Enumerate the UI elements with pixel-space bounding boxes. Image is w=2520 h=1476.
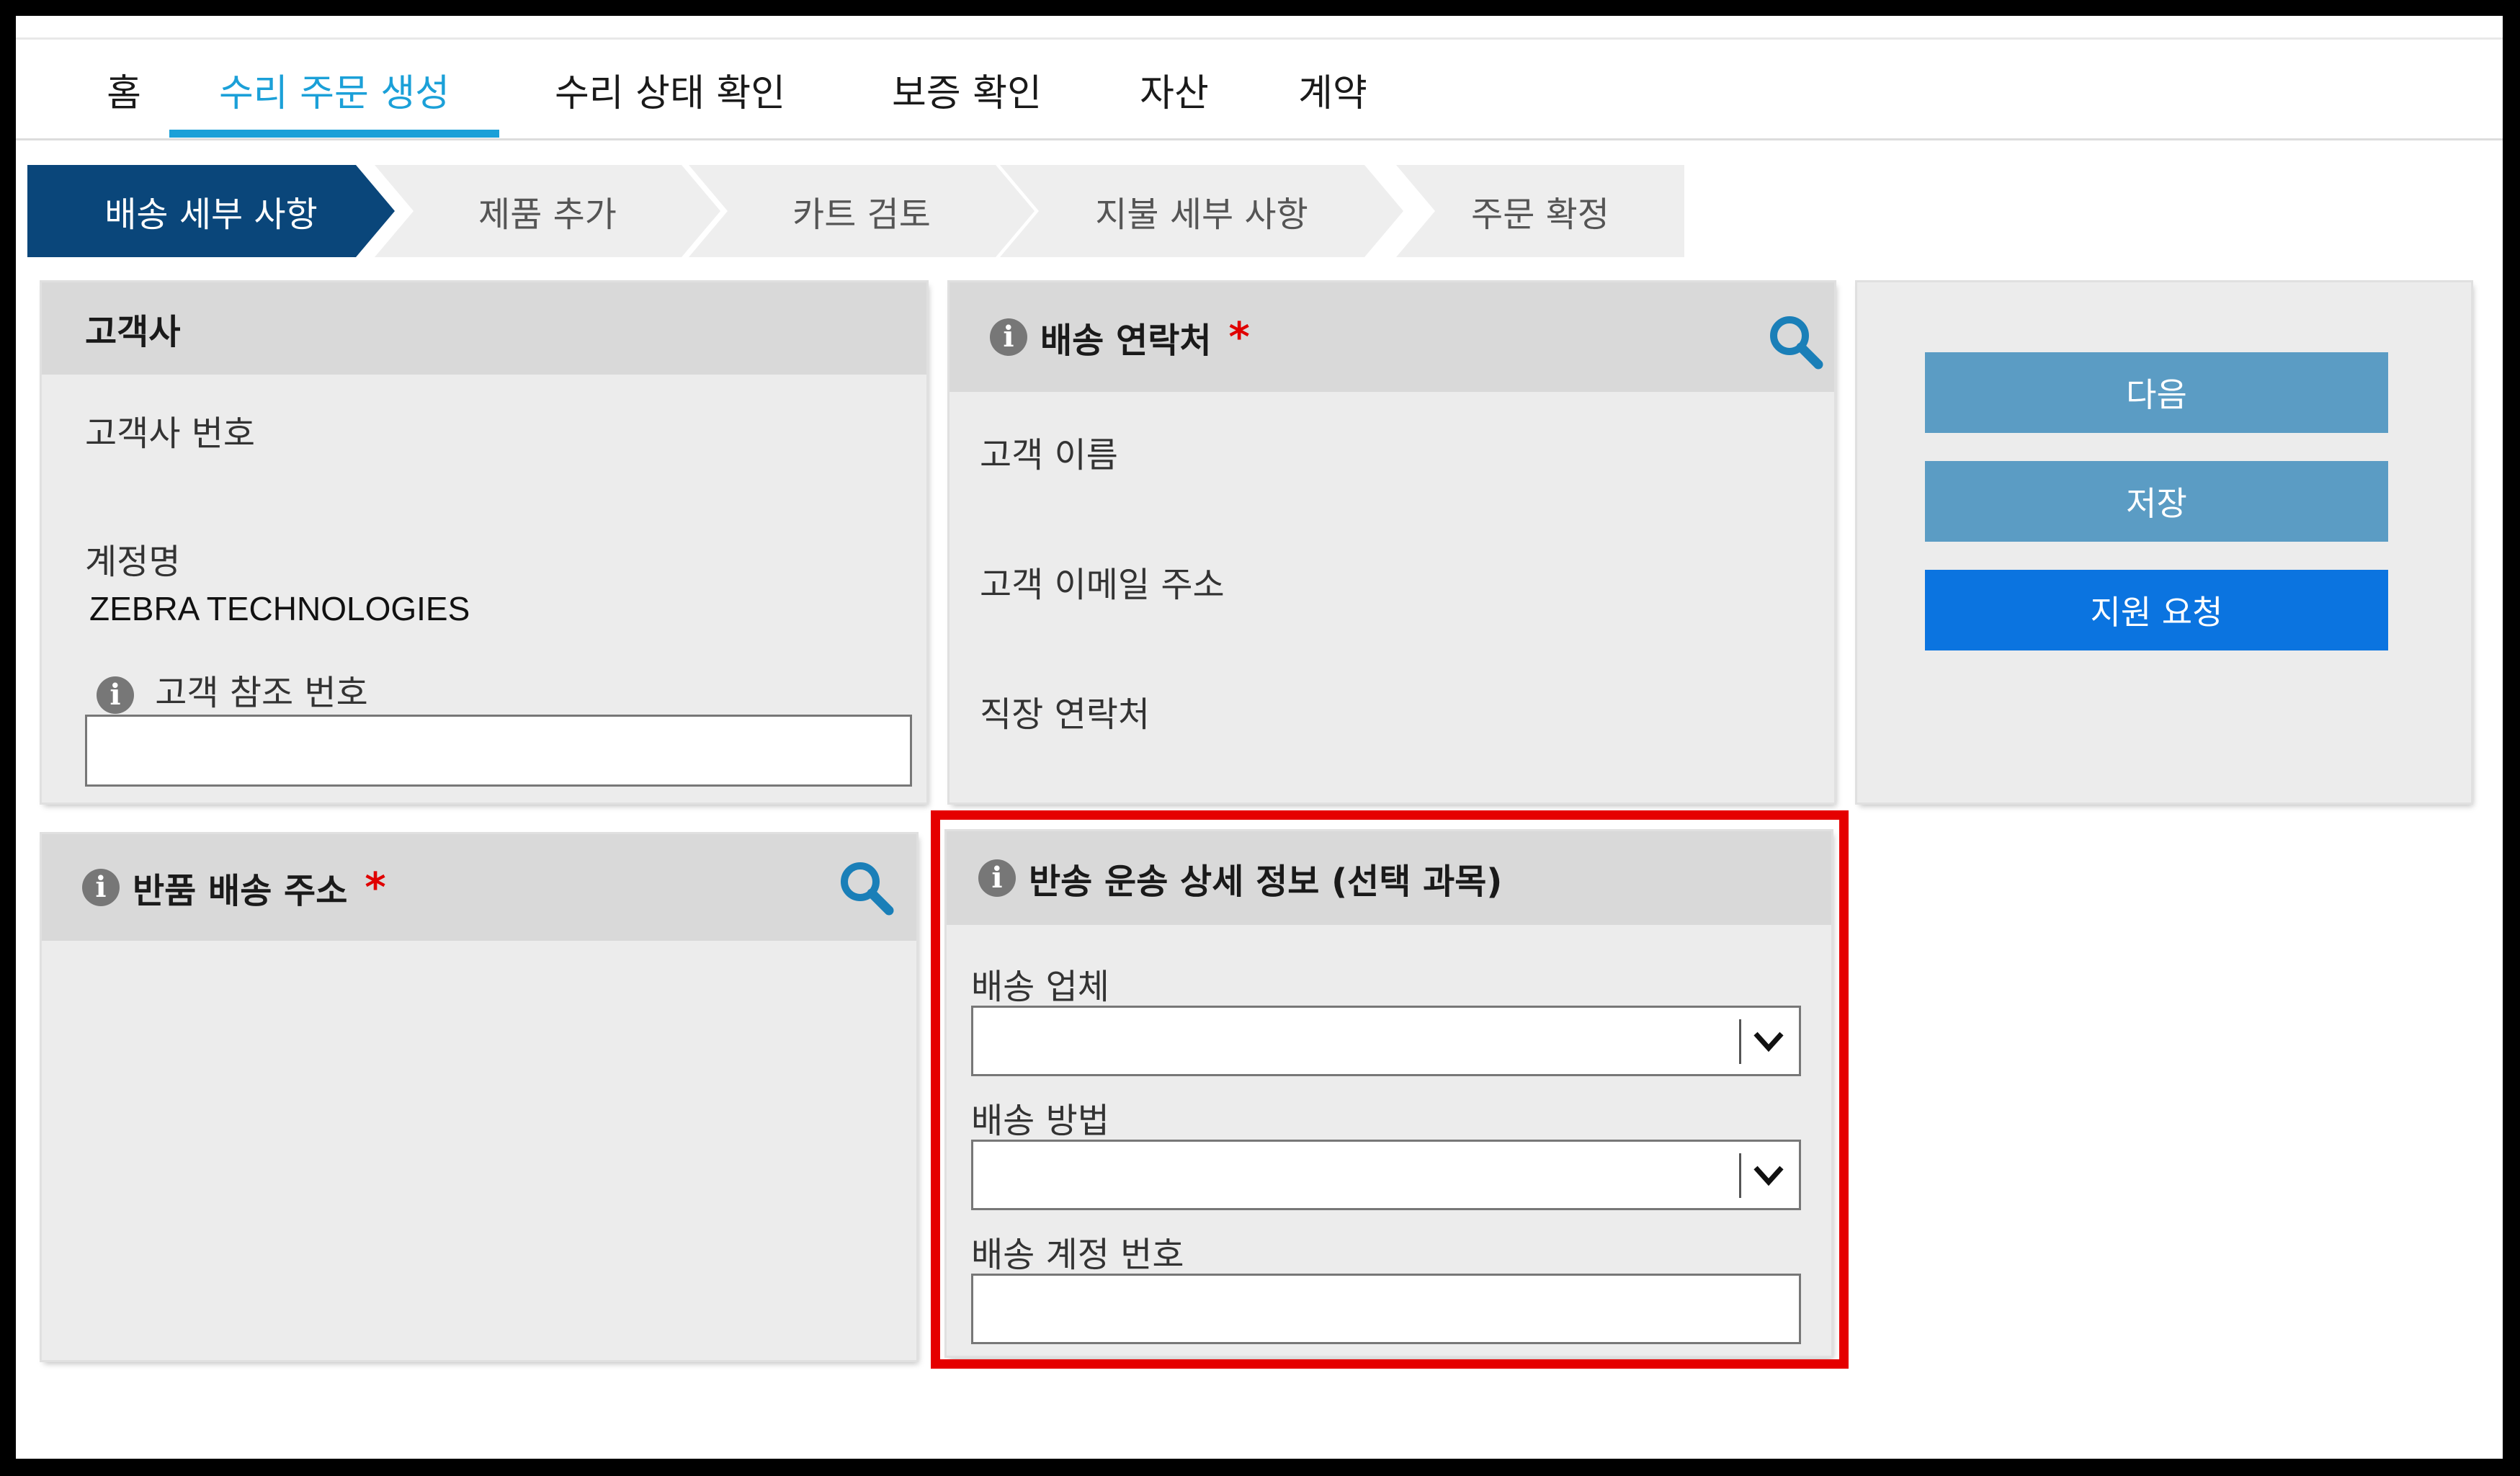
- shipping-contact-title: 배송 연락처: [1040, 321, 1212, 361]
- work-contact-label: 직장 연락처: [980, 694, 1150, 735]
- actions-panel: 다음 저장 지원 요청: [1857, 282, 2471, 802]
- customer-reference-label-row: i 고객 참조 번호: [97, 664, 368, 715]
- return-address-panel: i 반품 배송 주소 *: [42, 834, 916, 1360]
- main-nav: 홈 수리 주문 생성 수리 상태 확인 보증 확인 자산 계약: [16, 40, 2503, 140]
- customer-panel-title: 고객사: [42, 282, 926, 375]
- nav-create-repair-order[interactable]: 수리 주문 생성: [169, 40, 499, 138]
- progress-steps: 배송 세부 사항 제품 추가 카트 검토 지불 세부 사항 주문 확정: [27, 165, 1684, 257]
- nav-warranty-check[interactable]: 보증 확인: [866, 40, 1068, 138]
- step-shipping-details[interactable]: 배송 세부 사항: [27, 165, 395, 257]
- customer-reference-label: 고객 참조 번호: [155, 673, 368, 713]
- required-asterisk: *: [1228, 313, 1250, 361]
- customer-panel: 고객사 고객사 번호 계정명 ZEBRA TECHNOLOGIES i 고객 참…: [42, 282, 926, 802]
- info-icon: i: [97, 676, 134, 714]
- step-add-product[interactable]: 제품 추가: [375, 165, 720, 257]
- step-payment-details[interactable]: 지불 세부 사항: [1000, 165, 1403, 257]
- step-order-confirm[interactable]: 주문 확정: [1396, 165, 1684, 257]
- shipping-contact-header: i 배송 연락처 *: [950, 282, 1834, 392]
- return-address-header: i 반품 배송 주소 *: [42, 834, 916, 941]
- customer-reference-input[interactable]: [85, 715, 912, 787]
- top-divider: [16, 37, 2503, 40]
- highlight-box: [931, 810, 1849, 1369]
- customer-number-label: 고객사 번호: [85, 413, 256, 454]
- return-address-title: 반품 배송 주소: [133, 871, 348, 911]
- step-review-cart[interactable]: 카트 검토: [689, 165, 1035, 257]
- info-icon: i: [990, 318, 1027, 356]
- request-support-button[interactable]: 지원 요청: [1925, 570, 2388, 650]
- nav-contracts[interactable]: 계약: [1275, 40, 1390, 138]
- search-icon[interactable]: [1766, 313, 1824, 370]
- customer-email-label: 고객 이메일 주소: [980, 565, 1225, 605]
- search-icon[interactable]: [837, 859, 895, 916]
- shipping-contact-panel: i 배송 연락처 * 고객 이름 고객 이메일 주소 직장 연락처: [950, 282, 1834, 802]
- next-button[interactable]: 다음: [1925, 352, 2388, 433]
- nav-repair-status[interactable]: 수리 상태 확인: [533, 40, 807, 138]
- nav-home[interactable]: 홈: [88, 40, 160, 138]
- info-icon: i: [82, 869, 120, 906]
- nav-active-underline: [169, 130, 499, 138]
- page: 홈 수리 주문 생성 수리 상태 확인 보증 확인 자산 계약 배송 세부 사항…: [16, 16, 2503, 1459]
- customer-name-label: 고객 이름: [980, 435, 1118, 475]
- account-name-label: 계정명: [85, 542, 181, 582]
- required-asterisk: *: [365, 864, 386, 911]
- nav-assets[interactable]: 자산: [1117, 40, 1232, 138]
- save-button[interactable]: 저장: [1925, 461, 2388, 542]
- account-name-value: ZEBRA TECHNOLOGIES: [89, 590, 470, 627]
